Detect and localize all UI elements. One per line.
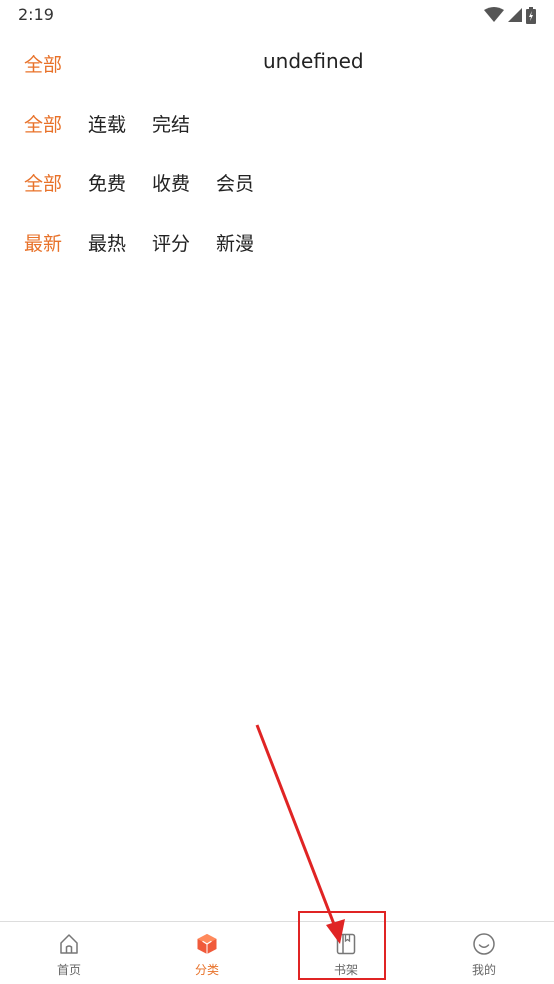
filter-price-free[interactable]: 免费 (88, 169, 126, 196)
filter-status-all[interactable]: 全部 (24, 110, 62, 137)
status-bar: 2:19 (0, 0, 554, 30)
tab-mine-label: 我的 (471, 963, 496, 977)
annotation-arrow-icon (255, 724, 345, 944)
home-icon (60, 934, 78, 954)
filter-price-all[interactable]: 全部 (24, 169, 62, 196)
tab-category[interactable]: 分类 (138, 922, 276, 984)
filter-sort-newest[interactable]: 最新 (24, 229, 62, 256)
filter-row-genre: 全部 (24, 48, 88, 78)
tab-home[interactable]: 首页 (0, 922, 138, 984)
filter-sort-rating[interactable]: 评分 (152, 229, 190, 256)
wifi-icon (484, 7, 504, 22)
filter-sort-hottest[interactable]: 最热 (88, 229, 126, 256)
filter-row-sort: 最新 最热 评分 新漫 (24, 227, 280, 257)
tab-home-label: 首页 (56, 963, 81, 977)
battery-icon (526, 6, 536, 24)
tab-category-label: 分类 (194, 963, 219, 977)
screen: 2:19 全部 undefined 全部 连载 完结 全部 免费 收费 会员 最… (0, 0, 554, 984)
bottom-tab-bar: 首页 分类 书架 我的 (0, 921, 554, 984)
filter-status-serializing[interactable]: 连载 (88, 110, 126, 137)
annotation-highlight-box (298, 911, 386, 980)
smile-profile-icon (473, 933, 495, 955)
status-icons (484, 6, 536, 24)
filter-row-price: 全部 免费 收费 会员 (24, 167, 280, 197)
genre-list-placeholder: undefined (263, 49, 364, 73)
filter-price-paid[interactable]: 收费 (152, 169, 190, 196)
filter-status-completed[interactable]: 完结 (152, 110, 190, 137)
category-cube-icon (197, 934, 217, 954)
filter-price-member[interactable]: 会员 (216, 169, 254, 196)
filter-sort-new-comics[interactable]: 新漫 (216, 229, 254, 256)
filter-row-status: 全部 连载 完结 (24, 108, 216, 138)
filter-genre-all[interactable]: 全部 (24, 50, 62, 77)
tab-mine[interactable]: 我的 (415, 922, 553, 984)
cell-signal-icon (508, 8, 522, 22)
status-time: 2:19 (18, 5, 54, 24)
